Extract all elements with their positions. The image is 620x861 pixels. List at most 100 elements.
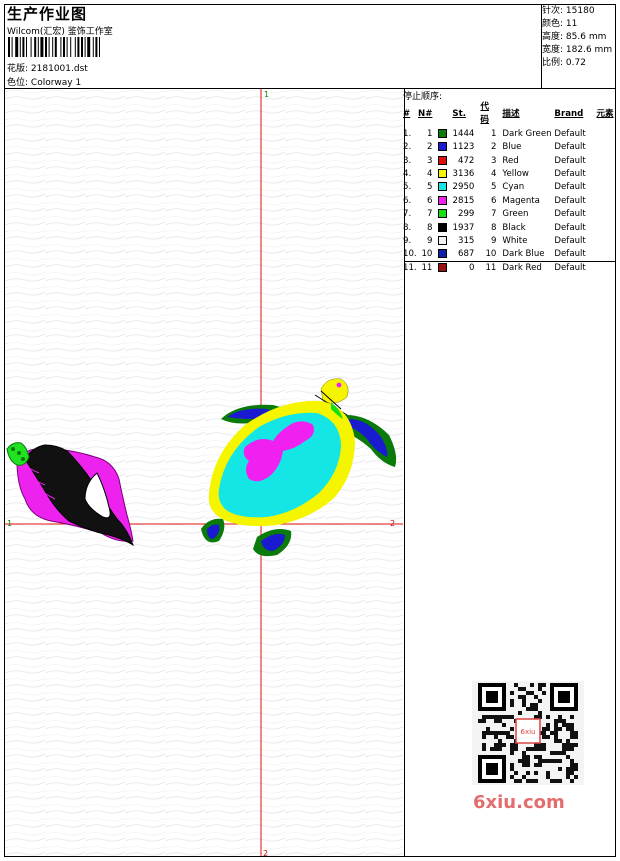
row-brand: Default bbox=[554, 236, 586, 247]
color-swatch bbox=[438, 262, 448, 272]
row-index: 9. bbox=[403, 236, 412, 247]
row-code: 6 bbox=[490, 195, 497, 206]
color-swatch-cell bbox=[438, 168, 452, 181]
row-element bbox=[596, 248, 613, 261]
design-canvas: 1 1 2 2 bbox=[5, 89, 403, 856]
row-element bbox=[596, 222, 613, 235]
colorway-label: 色位: bbox=[7, 78, 29, 88]
row-brand: Default bbox=[554, 249, 586, 260]
marker-bottom: 2 bbox=[263, 849, 268, 856]
design-file-row: 花版: 2181001.dst bbox=[7, 61, 88, 74]
row-brand: Default bbox=[554, 182, 586, 193]
width-row: 宽度: 182.6 mm bbox=[542, 45, 613, 55]
barcode bbox=[8, 37, 100, 57]
colorway-row: 色位: Colorway 1 bbox=[7, 75, 81, 88]
row-element bbox=[596, 262, 613, 275]
row-code: 4 bbox=[490, 169, 497, 180]
row-index: 7. bbox=[403, 209, 412, 220]
color-swatch bbox=[438, 249, 448, 259]
col-header-description: 描述 bbox=[502, 108, 520, 119]
thread-row: 6. 6 2815 6 Magenta Default bbox=[403, 195, 614, 208]
color-swatch-cell bbox=[438, 262, 452, 275]
thread-row: 7. 7 299 7 Green Default bbox=[403, 208, 614, 221]
thread-row: 5. 5 2950 5 Cyan Default bbox=[403, 181, 614, 194]
colors-value: 11 bbox=[565, 19, 578, 29]
row-description: Cyan bbox=[502, 182, 525, 193]
row-brand: Default bbox=[554, 222, 586, 233]
qr-code-watermark: 6xiu bbox=[472, 681, 584, 785]
color-swatch bbox=[438, 195, 448, 205]
row-element bbox=[596, 155, 613, 168]
design-label: 花版: bbox=[7, 64, 29, 74]
row-code: 7 bbox=[490, 209, 497, 220]
row-stitches: 1444 bbox=[452, 128, 475, 139]
thread-row: 8. 8 1937 8 Black Default bbox=[403, 222, 614, 235]
row-stitches: 299 bbox=[458, 209, 475, 220]
color-swatch bbox=[438, 182, 448, 192]
color-swatch bbox=[438, 236, 448, 246]
color-swatch-cell bbox=[438, 235, 452, 248]
scale-row: 比例: 0.72 bbox=[542, 58, 586, 68]
thread-table: # N# St. 代码 描述 Brand 元素 1. 1 1444 1 Dark Gre… bbox=[403, 101, 614, 275]
row-index: 2. bbox=[403, 142, 412, 153]
design-value: 2181001.dst bbox=[30, 64, 88, 74]
row-description: Blue bbox=[502, 142, 522, 153]
row-description: Dark Red bbox=[502, 262, 542, 273]
row-needle: 2 bbox=[426, 142, 433, 153]
row-description: Dark Blue bbox=[502, 249, 545, 260]
thread-row: 4. 4 3136 4 Yellow Default bbox=[403, 168, 614, 181]
color-swatch-cell bbox=[438, 195, 452, 208]
color-swatch-cell bbox=[438, 222, 452, 235]
color-swatch-cell bbox=[438, 155, 452, 168]
row-needle: 1 bbox=[426, 128, 433, 139]
row-description: Black bbox=[502, 222, 526, 233]
row-stitches: 687 bbox=[458, 249, 475, 260]
row-stitches: 3136 bbox=[452, 169, 475, 180]
row-code: 9 bbox=[490, 236, 497, 247]
stats-panel: 针次: 15180 颜色: 11 高度: 85.6 mm 宽度: 182.6 m… bbox=[542, 5, 612, 70]
row-element bbox=[596, 141, 613, 154]
row-index: 3. bbox=[403, 155, 412, 166]
color-swatch-cell bbox=[438, 248, 452, 261]
row-code: 11 bbox=[485, 262, 497, 273]
color-swatch bbox=[438, 209, 448, 219]
row-element bbox=[596, 181, 613, 194]
thread-row: 2. 2 1123 2 Blue Default bbox=[403, 141, 614, 154]
scale-value: 0.72 bbox=[565, 58, 586, 68]
row-description: Dark Green bbox=[502, 128, 552, 139]
row-needle: 8 bbox=[426, 222, 433, 233]
row-code: 8 bbox=[490, 222, 497, 233]
row-element bbox=[596, 128, 613, 141]
row-needle: 6 bbox=[426, 195, 433, 206]
row-description: Magenta bbox=[502, 195, 540, 206]
row-index: 5. bbox=[403, 182, 412, 193]
col-header-stitches: St. bbox=[452, 108, 466, 119]
row-stitches: 1123 bbox=[452, 142, 475, 153]
marker-left: 1 bbox=[7, 519, 12, 528]
row-needle: 11 bbox=[421, 262, 433, 273]
row-index: 1. bbox=[403, 128, 412, 139]
row-description: White bbox=[502, 236, 528, 247]
thread-row: 10. 10 687 10 Dark Blue Default bbox=[403, 248, 614, 261]
color-swatch bbox=[438, 169, 448, 179]
col-header-number: N# bbox=[418, 108, 433, 119]
row-needle: 9 bbox=[426, 236, 433, 247]
row-description: Red bbox=[502, 155, 519, 166]
row-index: 4. bbox=[403, 169, 412, 180]
row-brand: Default bbox=[554, 169, 586, 180]
color-swatch bbox=[438, 128, 448, 138]
height-row: 高度: 85.6 mm bbox=[542, 32, 607, 42]
color-swatch bbox=[438, 142, 448, 152]
width-value: 182.6 mm bbox=[565, 45, 613, 55]
row-index: 6. bbox=[403, 195, 412, 206]
row-brand: Default bbox=[554, 155, 586, 166]
row-code: 10 bbox=[485, 249, 497, 260]
row-code: 5 bbox=[490, 182, 497, 193]
row-element bbox=[596, 235, 613, 248]
color-swatch-cell bbox=[438, 181, 452, 194]
stitches-row: 针次: 15180 bbox=[542, 6, 595, 16]
watermark-text: 6xiu.com bbox=[473, 792, 565, 813]
row-element bbox=[596, 208, 613, 221]
col-header-element: 元素 bbox=[596, 108, 614, 119]
studio-subtitle: Wilcom(汇宏) 鉴饰工作室 bbox=[7, 27, 113, 37]
